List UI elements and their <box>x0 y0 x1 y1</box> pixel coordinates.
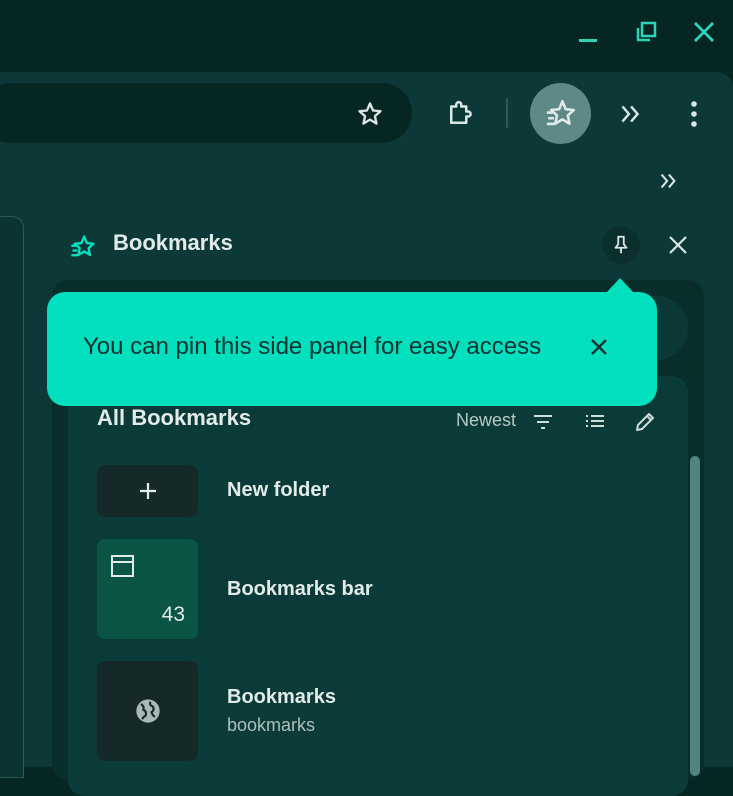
scrollbar[interactable] <box>690 456 700 776</box>
pin-side-panel-button[interactable] <box>602 226 640 264</box>
toolbar-separator <box>506 98 508 128</box>
bookmarks-folder-label[interactable]: Bookmarks <box>227 686 336 709</box>
new-folder-label[interactable]: New folder <box>227 479 329 502</box>
restore-icon <box>636 21 657 42</box>
side-panel-logo <box>68 232 98 262</box>
double-chevron-icon <box>660 173 676 189</box>
view-toggle-button[interactable] <box>580 407 610 437</box>
close-tip-button[interactable] <box>584 332 614 362</box>
new-folder-tile[interactable] <box>97 465 198 517</box>
close-icon <box>591 339 607 355</box>
bookmarks-star-icon <box>71 235 95 257</box>
bookmarks-tile[interactable] <box>97 661 198 761</box>
minimize-icon <box>579 39 597 42</box>
title-bar <box>0 0 733 72</box>
bookmarks-bar-overflow-button[interactable] <box>652 166 684 196</box>
plus-icon <box>139 483 156 499</box>
sort-button[interactable] <box>528 407 558 437</box>
pin-tip-text: You can pin this side panel for easy acc… <box>83 333 542 360</box>
close-icon <box>669 236 687 254</box>
sort-icon <box>534 415 552 429</box>
close-icon <box>694 22 714 42</box>
bookmarks-star-icon <box>546 99 575 125</box>
extensions-button[interactable] <box>442 96 478 132</box>
sort-button-label[interactable]: Newest <box>456 410 516 431</box>
restore-button[interactable] <box>628 14 664 50</box>
bookmarks-folder-sublabel: bookmarks <box>227 715 316 735</box>
bookmarks-bar-count: 43 <box>161 603 185 626</box>
close-side-panel-button[interactable] <box>662 229 694 261</box>
bookmark-this-page-button[interactable] <box>352 96 388 132</box>
pin-icon <box>614 235 628 254</box>
bookmarks-bar-tile[interactable]: 43 <box>97 539 198 639</box>
edit-button[interactable] <box>630 407 660 437</box>
web-page-area <box>0 216 24 778</box>
close-window-button[interactable] <box>686 14 722 50</box>
bookmarks-panel-button[interactable] <box>530 83 591 144</box>
popup-arrow <box>606 278 634 293</box>
omnibox[interactable] <box>0 83 412 143</box>
globe-icon <box>135 699 160 723</box>
main-menu-button[interactable] <box>676 96 712 132</box>
list-view-icon <box>586 415 604 427</box>
puzzle-icon <box>450 100 472 124</box>
toolbar-overflow-button[interactable] <box>612 96 648 132</box>
bookmarks-bar-icon <box>111 555 134 577</box>
bookmarks-bar-label[interactable]: Bookmarks bar <box>227 578 373 601</box>
double-chevron-icon <box>621 105 640 123</box>
pencil-icon <box>636 413 654 431</box>
side-panel-title: Bookmarks <box>113 230 233 255</box>
list-title: All Bookmarks <box>97 405 252 430</box>
kebab-menu-icon <box>691 101 697 127</box>
minimize-button[interactable] <box>570 14 606 50</box>
star-icon <box>358 102 382 125</box>
